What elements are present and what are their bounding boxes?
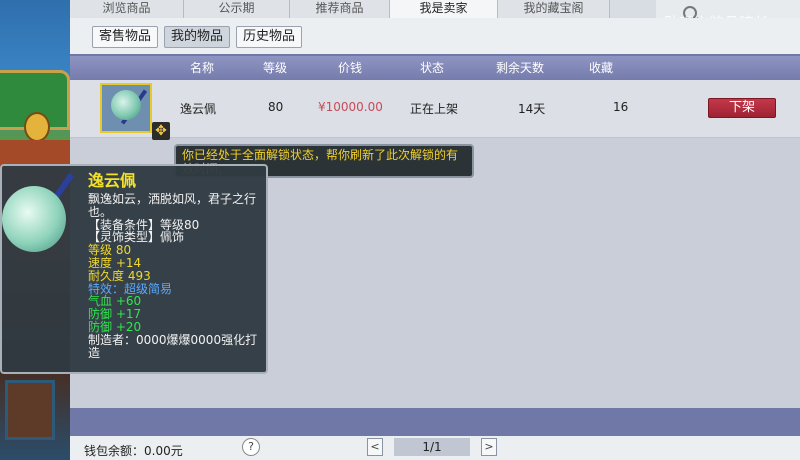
tooltip-description: 飘逸如云，洒脱如风，君子之行也。: [88, 192, 257, 219]
tooltip-text: 逸云佩 飘逸如云，洒脱如风，君子之行也。 【装备条件】等级80 【灵饰类型】佩饰…: [88, 172, 266, 359]
building-decoration: [5, 380, 55, 440]
item-level: 80: [268, 100, 284, 114]
page-indicator: 1/1: [394, 438, 470, 456]
top-tab-bar: 浏览商品 公示期 推荐商品 我是卖家 我的藏宝阁: [70, 0, 656, 18]
tooltip-durability: 耐久度 493: [88, 268, 151, 283]
col-name: 名称: [189, 61, 214, 75]
item-favorites: 16: [613, 100, 629, 114]
footer: 钱包余额：0.00元 ? < 1/1 >: [70, 436, 800, 460]
item-icon-frame[interactable]: [100, 83, 152, 133]
table-row[interactable]: ✥ 逸云佩 80 ¥10000.00 正在上架 14天 16 下架: [70, 80, 800, 140]
tooltip-maker: 制造者：0000爆爆0000强化打造: [88, 332, 258, 360]
item-days: 14天: [518, 102, 546, 116]
sub-tab-bar: 寄售物品 我的物品 历史物品: [92, 26, 303, 48]
col-level: 等级: [262, 61, 287, 75]
tab-my-treasure[interactable]: 我的藏宝阁: [498, 0, 610, 18]
next-page-button[interactable]: >: [481, 438, 497, 456]
tooltip-item-name: 逸云佩: [88, 171, 137, 190]
tab-browse[interactable]: 浏览商品: [70, 0, 184, 18]
tab-seller[interactable]: 我是卖家: [390, 0, 498, 18]
tab-recommended[interactable]: 推荐商品: [290, 0, 390, 18]
tab-public-notice[interactable]: 公示期: [184, 0, 290, 18]
tooltip-speed: 速度 +14: [88, 255, 142, 270]
col-favorites: 收藏: [588, 61, 613, 75]
item-price: ¥10000.00: [318, 100, 383, 114]
subtab-my-items[interactable]: 我的物品: [164, 26, 231, 48]
col-status: 状态: [419, 61, 444, 75]
move-icon[interactable]: ✥: [152, 122, 170, 140]
col-price: 价钱: [337, 61, 362, 75]
table-header: 名称 等级 价钱 状态 剩余天数 收藏: [70, 56, 800, 80]
lantern-icon: [24, 112, 50, 142]
tooltip-defense-2: 防御 +20: [88, 319, 142, 334]
subtab-history[interactable]: 历史物品: [236, 26, 303, 48]
table-bottom-bar: [70, 408, 800, 436]
prev-page-button[interactable]: <: [367, 438, 383, 456]
jade-pendant-icon: [111, 90, 141, 120]
item-detail-tooltip: 逸云佩 飘逸如云，洒脱如风，君子之行也。 【装备条件】等级80 【灵饰类型】佩饰…: [0, 164, 268, 374]
jade-pendant-icon: [2, 186, 66, 252]
item-name: 逸云佩: [180, 102, 217, 116]
unlist-button[interactable]: 下架: [708, 98, 776, 118]
help-icon[interactable]: ?: [242, 438, 260, 456]
col-days: 剩余天数: [495, 61, 544, 75]
item-status: 正在上架: [410, 102, 459, 116]
subtab-consignment[interactable]: 寄售物品: [92, 26, 159, 48]
wallet-balance: 钱包余额：0.00元: [84, 444, 183, 458]
